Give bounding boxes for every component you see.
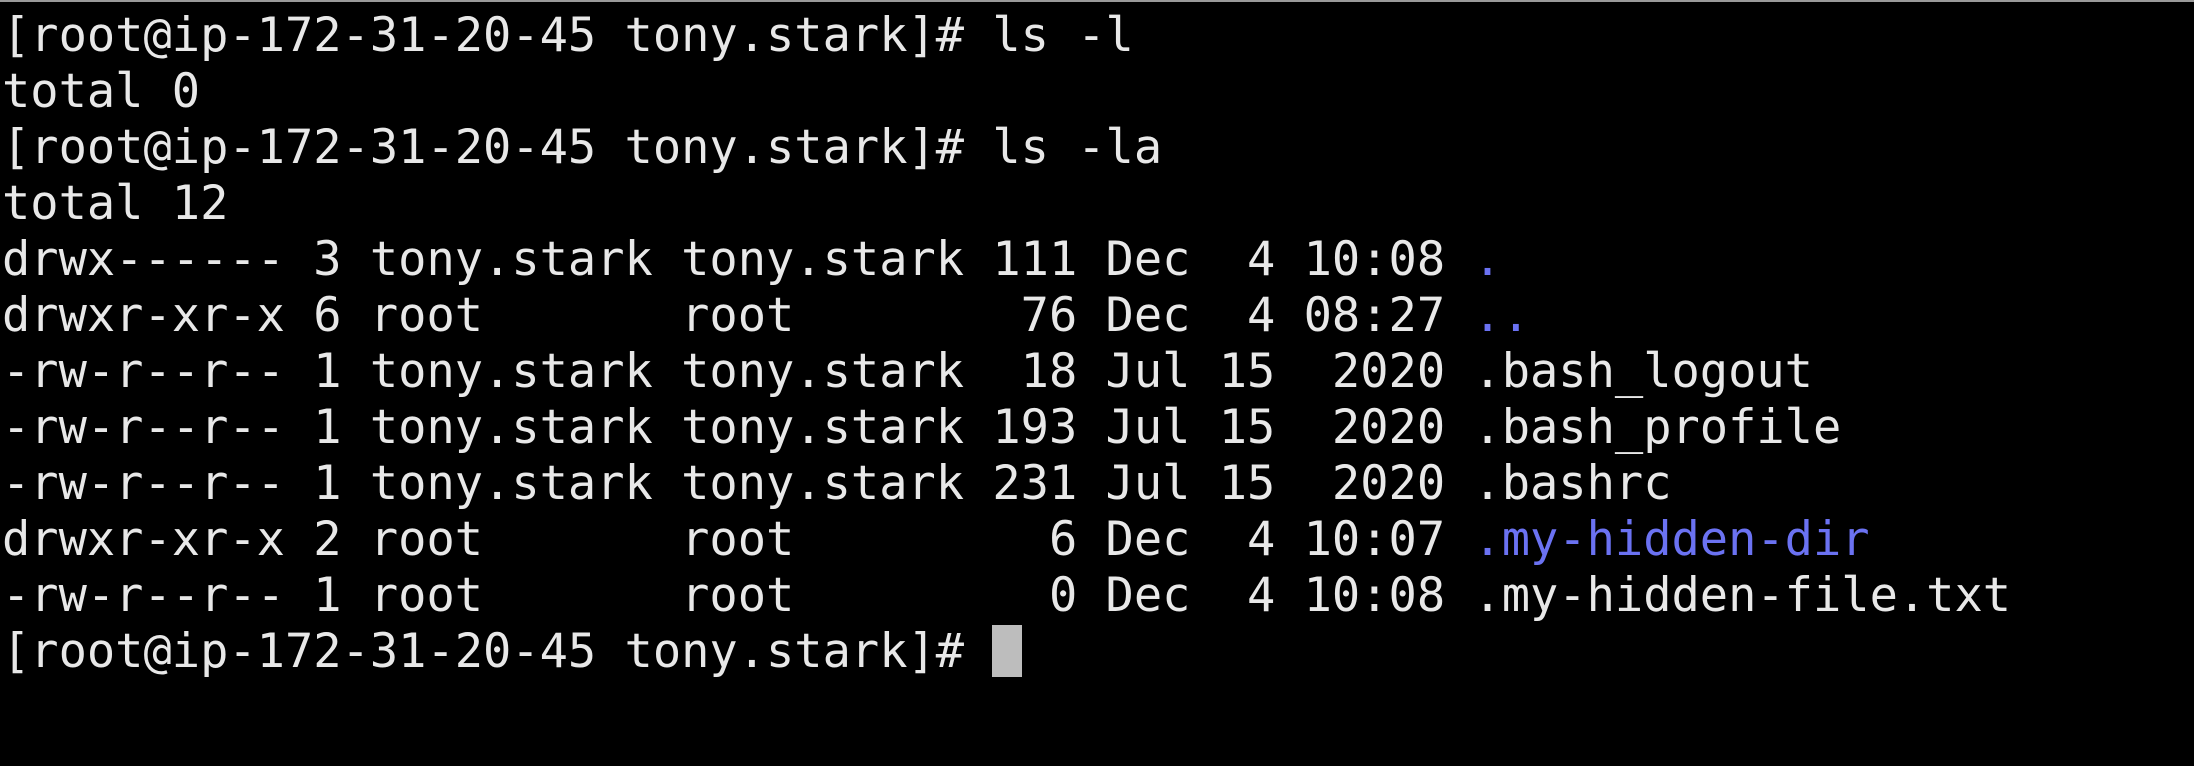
listing-name-file: .my-hidden-file.txt: [1473, 568, 2012, 623]
listing-row: drwx------ 3 tony.stark tony.stark 111 D…: [2, 232, 2194, 288]
listing-details: drwxr-xr-x 2 root root 6 Dec 4 10:07: [2, 512, 1474, 567]
listing-details: -rw-r--r-- 1 tony.stark tony.stark 18 Ju…: [2, 344, 1474, 399]
listing-details: -rw-r--r-- 1 tony.stark tony.stark 231 J…: [2, 456, 1474, 511]
terminal-window[interactable]: [root@ip-172-31-20-45 tony.stark]# ls -l…: [0, 0, 2194, 766]
listing-details: drwxr-xr-x 6 root root 76 Dec 4 08:27: [2, 288, 1474, 343]
command-line: [root@ip-172-31-20-45 tony.stark]# ls -l…: [2, 120, 1163, 175]
prompt-line[interactable]: [root@ip-172-31-20-45 tony.stark]#: [2, 624, 2194, 680]
listing-name-file: .bashrc: [1473, 456, 1672, 511]
listing-row: -rw-r--r-- 1 tony.stark tony.stark 193 J…: [2, 400, 2194, 456]
output-line: total 0: [2, 64, 201, 119]
listing-details: -rw-r--r-- 1 tony.stark tony.stark 193 J…: [2, 400, 1474, 455]
listing-details: drwx------ 3 tony.stark tony.stark 111 D…: [2, 232, 1474, 287]
listing-name-file: .bash_profile: [1473, 400, 1842, 455]
listing-row: -rw-r--r-- 1 tony.stark tony.stark 18 Ju…: [2, 344, 2194, 400]
listing-name-file: .bash_logout: [1473, 344, 1813, 399]
output-line: total 12: [2, 176, 229, 231]
text-cursor: [992, 625, 1023, 677]
listing-name-directory: .: [1473, 232, 1502, 287]
listing-name-directory: ..: [1473, 288, 1531, 343]
listing-row: -rw-r--r-- 1 root root 0 Dec 4 10:08 .my…: [2, 568, 2194, 624]
listing-row: drwxr-xr-x 6 root root 76 Dec 4 08:27 ..: [2, 288, 2194, 344]
listing-name-directory: .my-hidden-dir: [1473, 512, 1870, 567]
command-line: [root@ip-172-31-20-45 tony.stark]# ls -l: [2, 8, 1134, 63]
listing-details: -rw-r--r-- 1 root root 0 Dec 4 10:08: [2, 568, 1474, 623]
shell-prompt: [root@ip-172-31-20-45 tony.stark]#: [2, 624, 993, 679]
listing-row: drwxr-xr-x 2 root root 6 Dec 4 10:07 .my…: [2, 512, 2194, 568]
listing-row: -rw-r--r-- 1 tony.stark tony.stark 231 J…: [2, 456, 2194, 512]
